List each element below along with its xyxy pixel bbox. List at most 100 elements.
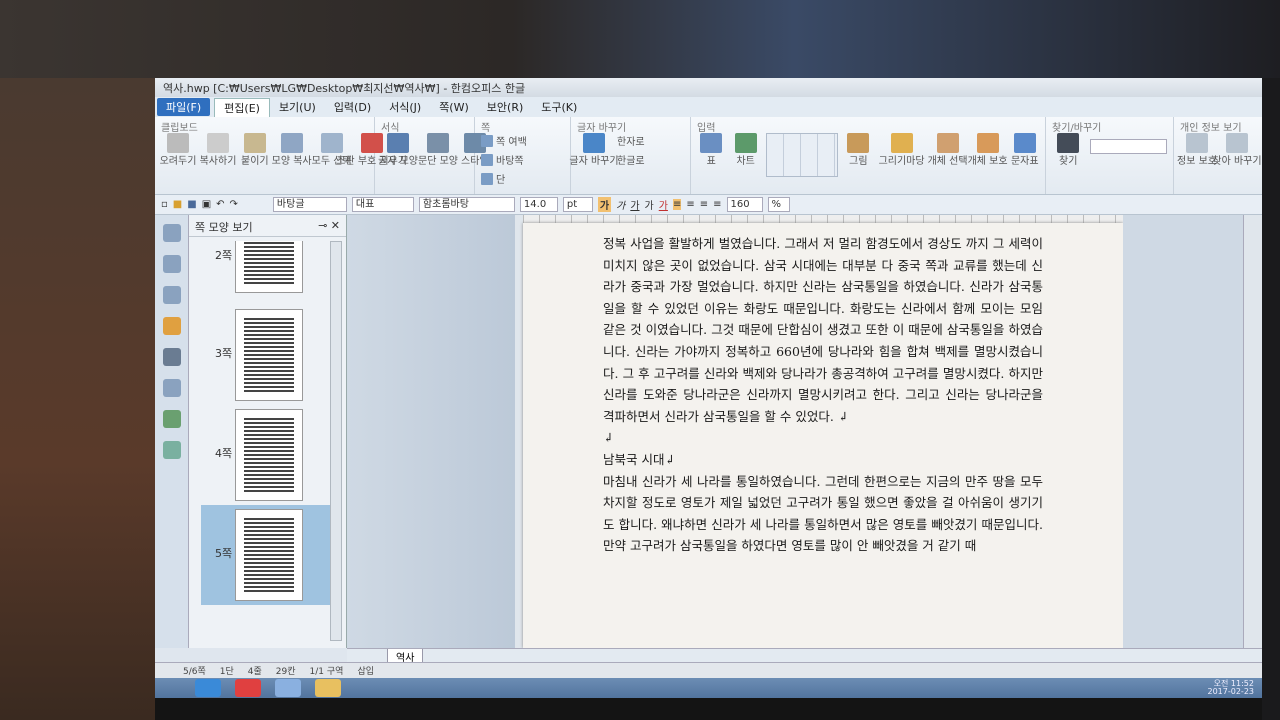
ie-icon[interactable] [195,679,221,697]
drawing-gallery-button[interactable]: 그리기마당 [879,133,925,167]
status-page: 5/6쪽 [183,667,206,677]
image-icon[interactable] [162,410,181,428]
status-line: 4줄 [247,667,262,677]
align-left-icon[interactable]: ≡ [686,199,694,210]
object-select-icon [936,133,959,153]
font-color-button[interactable]: 가 [659,197,668,212]
copy-button[interactable]: 복사하기 [200,133,236,167]
chart-button[interactable]: 차트 [731,133,759,167]
italic-button[interactable]: 가 [616,197,625,212]
info-protect-button[interactable]: 정보 보호 [1177,133,1217,167]
paragraph[interactable]: ↲ [603,427,1043,449]
object-select-button[interactable]: 개체 선택 [928,133,968,167]
to-hangul-button[interactable]: 한글로 [617,152,645,167]
background-left [0,78,155,720]
menu-view[interactable]: 보기(U) [270,98,325,116]
document-scrollbar[interactable] [1243,215,1262,648]
thumbnail-item[interactable]: 3쪽 [201,305,331,405]
section-heading[interactable]: 남북국 시대↲ [603,449,1043,471]
align-justify-icon[interactable]: ≡ [672,199,682,210]
folder-icon [890,133,913,153]
object-protect-button[interactable]: 개체 보호 [968,133,1008,167]
unit-select[interactable]: pt [562,197,593,212]
group-format: 서식 글자 모양 문단 모양 스타일 [375,117,489,194]
document-tabs: 역사 [347,648,1262,665]
line-spacing-input[interactable]: 160 [726,197,763,212]
status-mode[interactable]: 삽입 [357,664,374,677]
find-button[interactable]: 찾기 [1052,133,1084,167]
font-size-input[interactable]: 14.0 [519,197,558,212]
pane-scrollbar[interactable] [330,241,342,641]
shapes-icon[interactable] [162,441,181,459]
find-replace-button[interactable]: 찾아 바꾸기 [1212,133,1262,167]
group-page: 쪽 쪽 여백 바탕쪽 단 [475,117,571,194]
paragraph[interactable]: 마침내 신라가 세 나라를 통일하였습니다. 그런데 한편으로는 지금의 만주 … [603,471,1043,557]
menu-page[interactable]: 쪽(W) [430,98,478,116]
menu-format[interactable]: 서식(J) [380,98,430,116]
align-right-icon[interactable]: ≡ [713,199,721,210]
symbol-button[interactable]: 문자표 [1011,133,1039,167]
print-icon[interactable]: ▣ [202,199,211,210]
para-shape-icon [427,133,449,153]
status-bar: 5/6쪽 1단 4줄 29칸 1/1 구역 삽입 [155,662,1262,678]
para-shape-button[interactable]: 문단 모양 [418,133,458,167]
hwp-icon[interactable] [275,679,301,697]
char-shape-button[interactable]: 글자 모양 [378,133,418,167]
thumbnail-item-selected[interactable]: 5쪽 [201,505,331,605]
binoculars-icon [1057,133,1080,153]
book-icon[interactable] [162,224,181,242]
page-view-icon[interactable] [162,348,181,366]
menu-input[interactable]: 입력(D) [325,98,380,116]
folder-icon[interactable] [315,679,341,697]
undo-icon[interactable]: ↶ [216,199,224,210]
object-protect-icon [976,133,999,153]
document-page[interactable]: 정복 사업을 활발하게 벌였습니다. 그래서 저 멀리 함경도에서 경상도 까지… [523,223,1123,648]
table-button[interactable]: 표 [697,133,725,167]
columns-button[interactable]: 단 [481,171,564,186]
app-icon[interactable] [235,679,261,697]
list-icon[interactable] [162,286,181,304]
menu-edit[interactable]: 편집(E) [214,97,270,117]
master-page-icon [481,153,493,166]
clock[interactable]: 오전 11:52 2017-02-23 [1208,680,1255,696]
style-select[interactable]: 바탕글 [272,197,347,212]
align-center-icon[interactable]: ≡ [700,199,708,210]
monitor-bezel-right [1262,78,1280,720]
picture-button[interactable]: 그림 [844,133,872,167]
thumbnail-item[interactable]: 2쪽 [201,241,331,305]
menu-security[interactable]: 보안(R) [478,98,532,116]
line-spacing-unit[interactable]: % [767,197,790,212]
new-icon[interactable]: ▫ [161,199,168,210]
pane-close-icon[interactable]: ⊸ ✕ [318,219,340,232]
document-background-right [1123,215,1243,648]
char-convert-button[interactable]: 글자 바꾸기 [569,133,619,167]
menu-tools[interactable]: 도구(K) [532,98,586,116]
document-icon[interactable] [162,379,181,397]
format-copy-button[interactable]: 모양 복사 [272,133,312,167]
shapes-gallery[interactable] [765,133,839,177]
open-folder-icon[interactable]: ■ [173,199,182,210]
find-input[interactable] [1090,139,1167,154]
thumbnail-label: 2쪽 [215,249,233,262]
language-select[interactable]: 대표 [351,197,414,212]
font-select[interactable]: 함초롬바탕 [418,197,515,212]
thumbnail-list: 2쪽 3쪽 4쪽 5쪽 [201,241,331,641]
to-hanja-button[interactable]: 한자로 [617,133,645,148]
paragraph[interactable]: 정복 사업을 활발하게 벌였습니다. 그래서 저 멀리 함경도에서 경상도 까지… [603,233,1043,427]
thumbnail-item[interactable]: 4쪽 [201,405,331,505]
menu-file[interactable]: 파일(F) [157,98,211,116]
redo-icon[interactable]: ↷ [230,199,238,210]
strike-button[interactable]: 가 [645,197,654,212]
underline-button[interactable]: 가 [630,197,639,212]
document-body[interactable]: 정복 사업을 활발하게 벌였습니다. 그래서 저 멀리 함경도에서 경상도 까지… [603,233,1043,557]
lightning-icon[interactable] [162,317,181,335]
thumbnail-page [235,509,303,601]
save-icon[interactable]: ■ [187,199,196,210]
cut-button[interactable]: 오려두기 [160,133,196,167]
picture-label: 그림 [849,156,868,167]
paste-button[interactable]: 붙이기 [241,133,269,167]
help-icon[interactable] [162,255,181,273]
bold-button[interactable]: 가 [597,197,612,212]
master-page-button[interactable]: 바탕쪽 [481,152,564,167]
page-margin-button[interactable]: 쪽 여백 [481,133,564,148]
